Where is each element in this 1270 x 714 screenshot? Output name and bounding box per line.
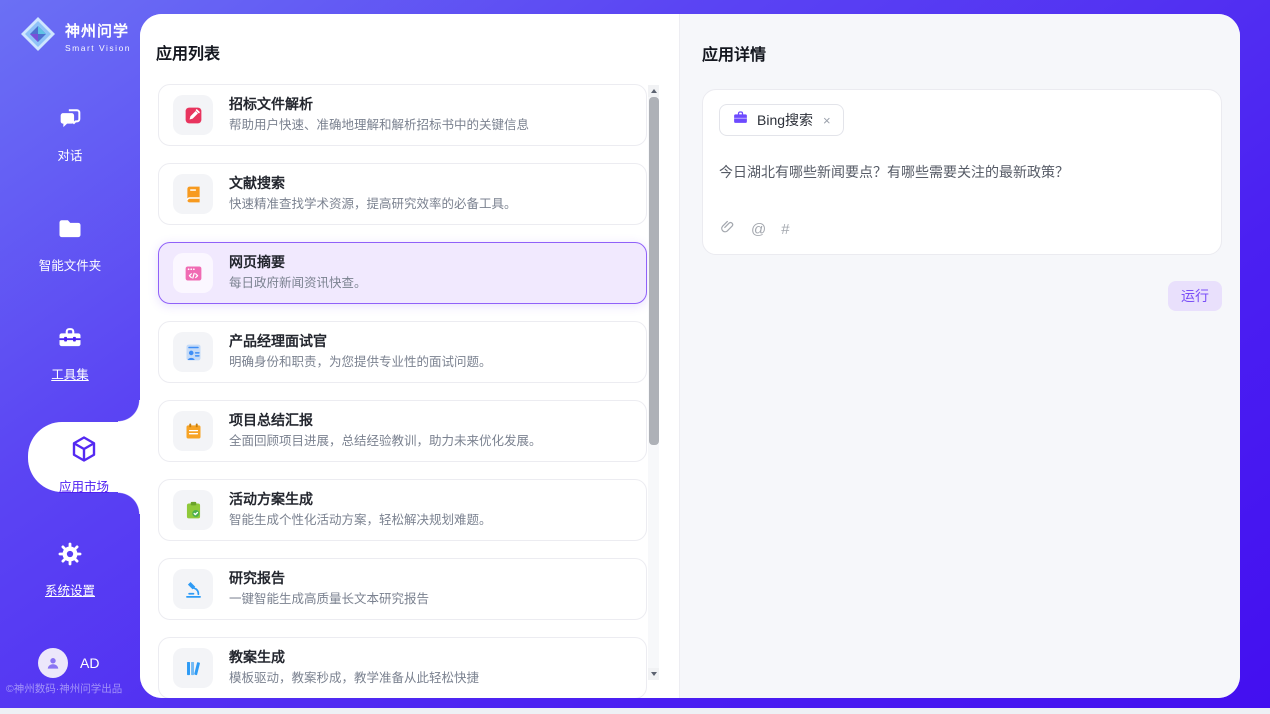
copyright-text: ©神州数码·神州问学出品 [6,681,140,696]
app-card-title: 活动方案生成 [229,491,492,508]
sidebar-item-cube[interactable]: 应用市场 [28,422,140,492]
app-card-text: 网页摘要 每日政府新闻资讯快查。 [229,254,367,291]
app-card-desc: 帮助用户快速、准确地理解和解析招标书中的关键信息 [229,118,529,134]
folder-icon [56,215,84,245]
sidebar-item-folder[interactable]: 智能文件夹 [0,215,140,274]
toolbox-icon [56,324,84,354]
browser-code-icon [173,253,213,293]
tool-tag-bing-search[interactable]: Bing搜索 × [719,104,844,136]
app-card-text: 教案生成 模板驱动，教案秒成，教学准备从此轻松快捷 [229,649,479,686]
app-detail-title: 应用详情 [702,41,1222,65]
book-icon [173,174,213,214]
app-card-desc: 明确身份和职责，为您提供专业性的面试问题。 [229,355,492,371]
hash-icon[interactable]: # [781,221,789,238]
paperclip-icon[interactable] [719,218,736,240]
app-card[interactable]: 活动方案生成 智能生成个性化活动方案，轻松解决规划难题。 [158,479,647,541]
scroll-up-button[interactable] [648,85,659,97]
app-card[interactable]: 文献搜索 快速精准查找学术资源，提高研究效率的必备工具。 [158,163,647,225]
app-card[interactable]: 网页摘要 每日政府新闻资讯快查。 [158,242,647,304]
brand-name: 神州问学 [65,20,131,41]
app-card-title: 教案生成 [229,649,479,666]
scroll-down-button[interactable] [648,668,659,680]
app-list-title: 应用列表 [156,40,220,64]
tool-tag-label: Bing搜索 [757,110,813,130]
books-icon [173,648,213,688]
sidebar-item-gear[interactable]: 系统设置 [0,540,140,599]
app-card-text: 文献搜索 快速精准查找学术资源，提高研究效率的必备工具。 [229,175,517,212]
list-scrollbar[interactable] [648,85,659,680]
app-card-text: 研究报告 一键智能生成高质量长文本研究报告 [229,570,429,607]
brand-subtitle: Smart Vision [65,43,131,53]
sidebar-item-chat[interactable]: 对话 [0,105,140,164]
sidebar-item-label: 智能文件夹 [0,255,140,274]
clipboard-check-icon [173,490,213,530]
user-row[interactable]: AD [38,648,99,678]
run-row: 运行 [702,281,1222,311]
app-card-text: 活动方案生成 智能生成个性化活动方案，轻松解决规划难题。 [229,491,492,528]
app-card-title: 研究报告 [229,570,429,587]
composer-toolbar: @# [719,218,790,240]
app-card-text: 项目总结汇报 全面回顾项目进展，总结经验教训，助力未来优化发展。 [229,412,542,449]
app-card-desc: 每日政府新闻资讯快查。 [229,276,367,292]
app-card-title: 项目总结汇报 [229,412,542,429]
app-card-text: 招标文件解析 帮助用户快速、准确地理解和解析招标书中的关键信息 [229,96,529,133]
app-card-title: 产品经理面试官 [229,333,492,350]
brand-logo: 神州问学 Smart Vision [18,14,131,59]
at-icon[interactable]: @ [751,221,766,238]
app-card-desc: 智能生成个性化活动方案，轻松解决规划难题。 [229,513,492,529]
sidebar-item-label: 系统设置 [0,580,140,599]
sidebar: 神州问学 Smart Vision 对话 智能文件夹 工具集 应用市场 系统设置… [0,0,140,708]
sidebar-item-label: 应用市场 [28,476,140,495]
triangle-down-icon [651,672,657,676]
app-card-title: 文献搜索 [229,175,517,192]
app-card-title: 招标文件解析 [229,96,529,113]
app-card-desc: 全面回顾项目进展，总结经验教训，助力未来优化发展。 [229,434,542,450]
app-card-desc: 快速精准查找学术资源，提高研究效率的必备工具。 [229,197,517,213]
user-name: AD [80,655,99,671]
avatar[interactable] [38,648,68,678]
scrollbar-thumb[interactable] [649,97,659,445]
sidebar-item-label: 工具集 [0,364,140,383]
person-resume-icon [173,332,213,372]
app-card[interactable]: 教案生成 模板驱动，教案秒成，教学准备从此轻松快捷 [158,637,647,698]
triangle-up-icon [651,89,657,93]
app-card[interactable]: 研究报告 一键智能生成高质量长文本研究报告 [158,558,647,620]
sidebar-item-toolbox[interactable]: 工具集 [0,324,140,383]
app-list: 招标文件解析 帮助用户快速、准确地理解和解析招标书中的关键信息 文献搜索 快速精… [158,84,647,698]
note-icon [173,411,213,451]
diamond-logo-icon [18,14,58,59]
app-card-desc: 模板驱动，教案秒成，教学准备从此轻松快捷 [229,671,479,687]
content-shell: 应用列表 招标文件解析 帮助用户快速、准确地理解和解析招标书中的关键信息 文献搜… [140,14,1240,698]
close-icon[interactable]: × [823,113,831,128]
run-button[interactable]: 运行 [1168,281,1222,311]
app-card[interactable]: 产品经理面试官 明确身份和职责，为您提供专业性的面试问题。 [158,321,647,383]
app-card[interactable]: 项目总结汇报 全面回顾项目进展，总结经验教训，助力未来优化发展。 [158,400,647,462]
app-list-panel: 应用列表 招标文件解析 帮助用户快速、准确地理解和解析招标书中的关键信息 文献搜… [140,14,679,698]
app-card-desc: 一键智能生成高质量长文本研究报告 [229,592,429,608]
cube-icon [69,434,99,464]
gear-icon [56,540,84,570]
briefcase-icon [732,109,749,131]
person-icon [44,654,62,672]
app-card-title: 网页摘要 [229,254,367,271]
app-detail-panel: 应用详情 Bing搜索 × 今日湖北有哪些新闻要点？有哪些需要关注的最新政策？ … [679,14,1240,698]
query-text[interactable]: 今日湖北有哪些新闻要点？有哪些需要关注的最新政策？ [719,162,1205,182]
edit-square-icon [173,95,213,135]
chat-icon [56,105,84,135]
sidebar-item-label: 对话 [0,145,140,164]
app-card-text: 产品经理面试官 明确身份和职责，为您提供专业性的面试问题。 [229,333,492,370]
microscope-icon [173,569,213,609]
prompt-card[interactable]: Bing搜索 × 今日湖北有哪些新闻要点？有哪些需要关注的最新政策？ @# [702,89,1222,255]
app-card[interactable]: 招标文件解析 帮助用户快速、准确地理解和解析招标书中的关键信息 [158,84,647,146]
